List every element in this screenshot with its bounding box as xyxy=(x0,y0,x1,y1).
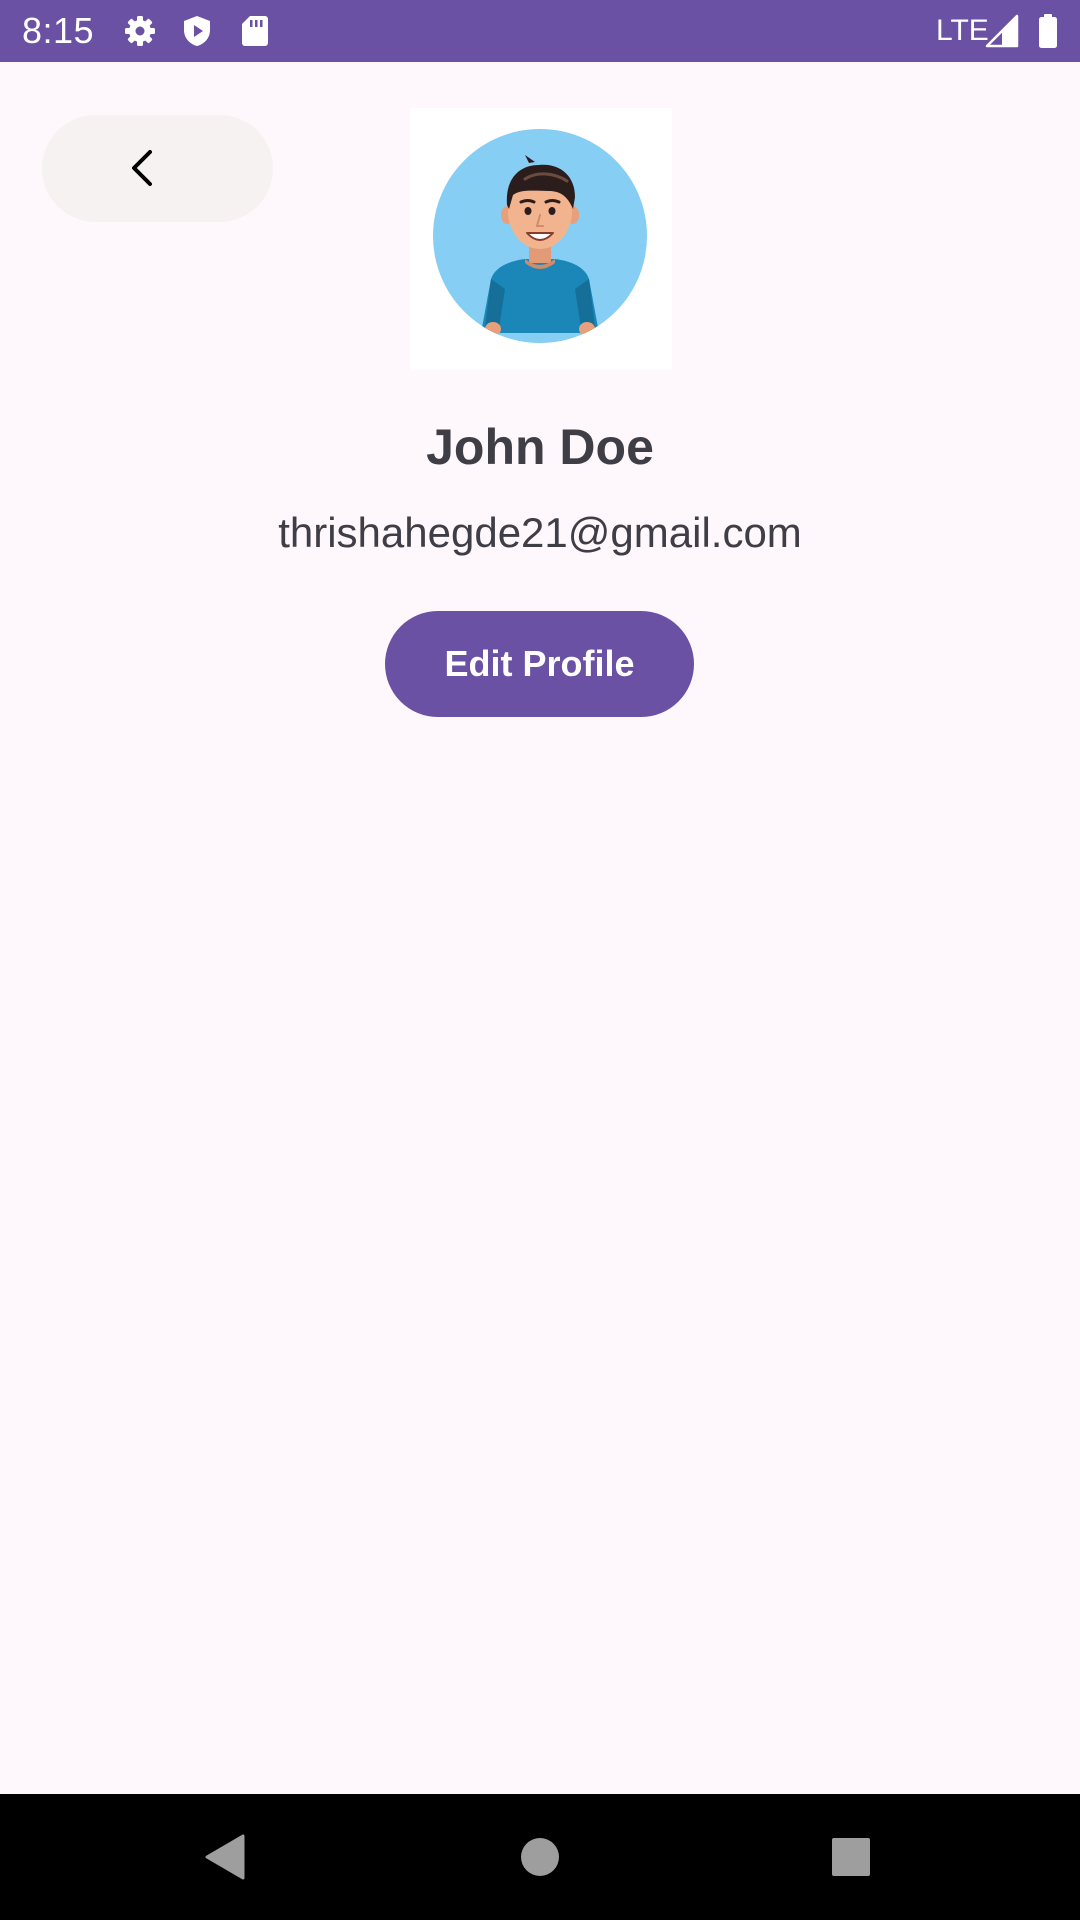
recents-square-icon[interactable] xyxy=(824,1830,878,1884)
sd-card-icon xyxy=(237,13,273,49)
status-bar: 8:15 LTE xyxy=(0,0,1080,62)
back-button[interactable] xyxy=(42,115,273,222)
home-circle-icon[interactable] xyxy=(513,1830,567,1884)
shield-play-icon xyxy=(179,13,215,49)
profile-name: John Doe xyxy=(426,419,654,475)
network-type: LTE xyxy=(936,14,989,47)
signal-icon xyxy=(984,13,1020,49)
back-triangle-icon[interactable] xyxy=(199,1830,253,1884)
status-time: 8:15 xyxy=(22,10,95,51)
navigation-bar xyxy=(0,1794,1080,1920)
chevron-left-icon xyxy=(132,150,152,186)
edit-profile-button[interactable]: Edit Profile xyxy=(385,611,694,717)
profile-email: thrishahegde21@gmail.com xyxy=(278,509,802,556)
avatar-illustration xyxy=(433,129,647,343)
battery-icon xyxy=(1030,13,1066,49)
avatar xyxy=(410,108,672,370)
settings-icon xyxy=(122,13,158,49)
